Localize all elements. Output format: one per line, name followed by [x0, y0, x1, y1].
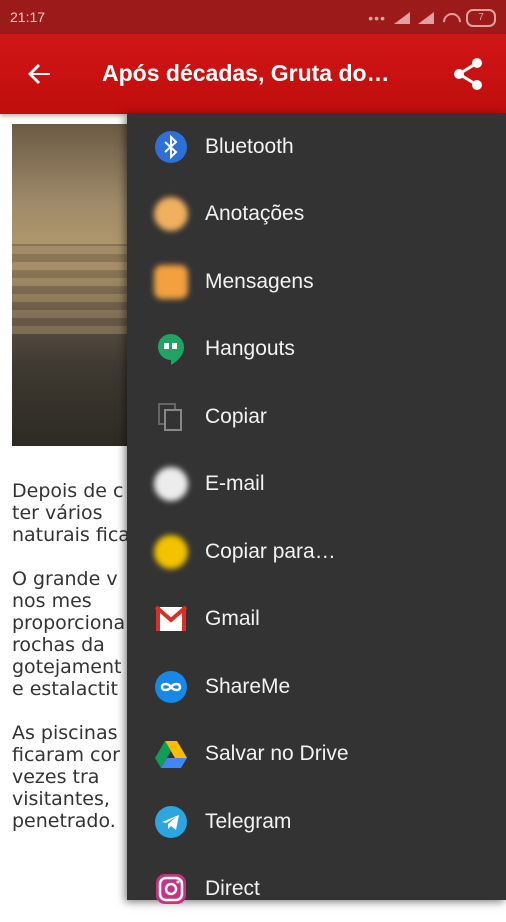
share-item-hangouts[interactable]: Hangouts	[127, 315, 506, 382]
notes-icon	[154, 196, 188, 231]
share-item-shareme[interactable]: ShareMe	[127, 653, 506, 720]
status-time: 21:17	[10, 9, 46, 25]
instagram-direct-icon	[154, 872, 188, 906]
wifi-icon	[442, 12, 458, 24]
share-item-label: Direct	[205, 876, 260, 900]
app-bar: Após décadas, Gruta do…	[0, 34, 506, 114]
share-item-email[interactable]: E-mail	[127, 450, 506, 517]
notification-dots-icon: •••	[368, 10, 386, 26]
share-item-bluetooth[interactable]: Bluetooth	[127, 113, 506, 180]
signal-icon	[394, 12, 410, 24]
share-item-label: Salvar no Drive	[205, 741, 349, 765]
share-item-drive[interactable]: Salvar no Drive	[127, 720, 506, 787]
telegram-icon	[154, 805, 188, 839]
share-sheet: Bluetooth Anotações Mensagens Hangouts C…	[127, 113, 506, 904]
shareme-icon	[154, 670, 188, 704]
share-item-label: Gmail	[205, 606, 260, 630]
share-item-label: Mensagens	[205, 269, 314, 293]
share-item-copiar[interactable]: Copiar	[127, 383, 506, 450]
page-title: Após décadas, Gruta do…	[102, 60, 390, 86]
back-arrow-icon[interactable]	[22, 56, 58, 92]
article-image	[12, 124, 128, 446]
share-item-label: Hangouts	[205, 336, 295, 360]
hangouts-icon	[154, 332, 188, 366]
share-item-label: Copiar para…	[205, 539, 336, 563]
signal-icon-2	[418, 12, 434, 24]
share-item-label: Telegram	[205, 809, 292, 833]
status-bar: 21:17 ••• 7	[0, 0, 506, 34]
share-item-label: Bluetooth	[205, 134, 294, 158]
battery-icon: 7	[466, 9, 496, 27]
share-item-label: ShareMe	[205, 674, 291, 698]
share-item-label: E-mail	[205, 471, 265, 495]
status-icons: ••• 7	[368, 9, 496, 27]
share-item-gmail[interactable]: Gmail	[127, 585, 506, 652]
share-item-label: Anotações	[205, 201, 305, 225]
share-item-telegram[interactable]: Telegram	[127, 788, 506, 855]
share-item-mensagens[interactable]: Mensagens	[127, 248, 506, 315]
copy-to-icon	[154, 534, 188, 569]
share-item-copiar-para[interactable]: Copiar para…	[127, 518, 506, 585]
share-item-direct[interactable]: Direct	[127, 855, 506, 922]
share-item-anotacoes[interactable]: Anotações	[127, 180, 506, 247]
share-icon[interactable]	[450, 56, 486, 92]
bluetooth-icon	[154, 130, 188, 164]
copy-icon	[154, 400, 188, 434]
share-item-label: Copiar	[205, 404, 267, 428]
drive-icon	[154, 737, 188, 771]
messages-icon	[154, 264, 188, 299]
gmail-icon	[154, 602, 188, 636]
email-icon	[154, 466, 188, 501]
